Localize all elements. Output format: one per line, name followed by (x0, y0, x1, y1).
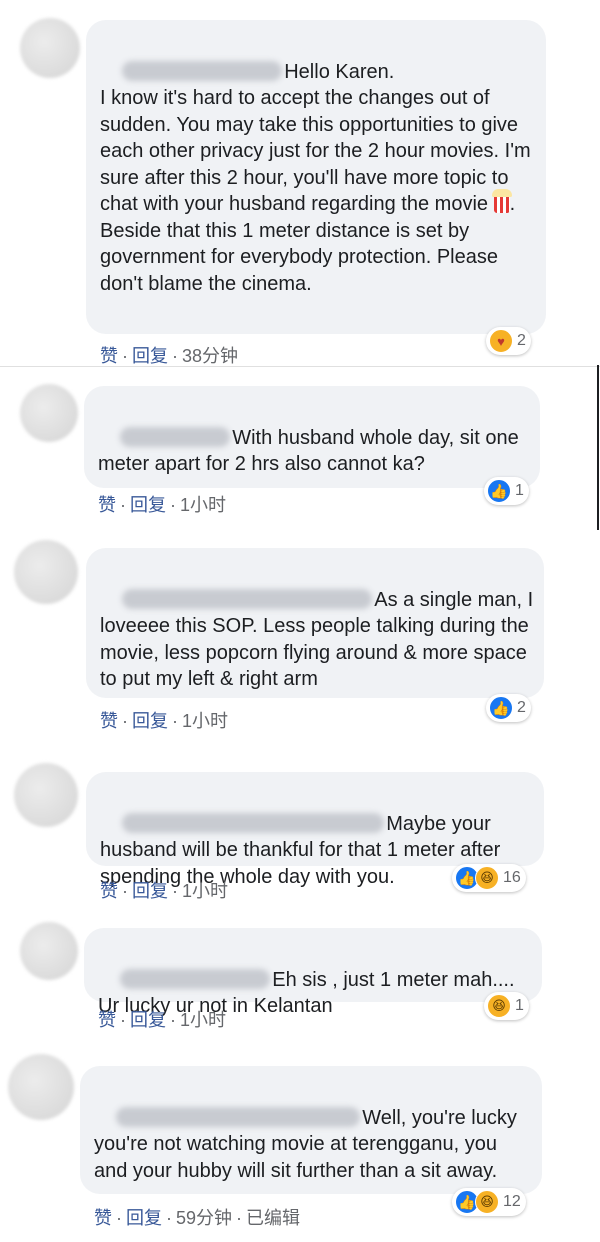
reaction-count: 1 (515, 482, 524, 499)
avatar[interactable] (14, 540, 78, 604)
blurred-author-name[interactable] (122, 588, 373, 609)
like-icon: 👍 (489, 696, 513, 720)
reaction-summary[interactable]: 👍 2 (486, 694, 531, 722)
comment-actions: 赞 · 回复 · 1小时 (100, 881, 229, 901)
reply-link[interactable]: 回复 (132, 346, 168, 366)
edited-label[interactable]: 已编辑 (246, 1208, 300, 1228)
reaction-summary[interactable]: 👍 😆 12 (452, 1188, 526, 1216)
timestamp[interactable]: 38分钟 (182, 346, 238, 366)
avatar[interactable] (20, 384, 78, 442)
comment-actions: 赞 · 回复 · 38分钟 (100, 346, 239, 366)
like-link[interactable]: 赞 (98, 495, 116, 515)
crop-edge-line (597, 365, 599, 530)
comment-actions: 赞 · 回复 · 1小时 (98, 1010, 227, 1030)
haha-icon: 😆 (487, 994, 511, 1018)
like-link[interactable]: 赞 (100, 346, 118, 366)
comment-text: As a single man, I loveeee this SOP. Les… (100, 588, 539, 690)
blurred-author-name[interactable] (120, 968, 271, 989)
divider (0, 366, 600, 367)
reply-link[interactable]: 回复 (132, 711, 168, 731)
comment-text: With husband whole day, sit one meter ap… (98, 426, 525, 475)
reply-link[interactable]: 回复 (126, 1208, 162, 1228)
popcorn-icon (491, 189, 512, 213)
avatar[interactable] (20, 18, 80, 78)
timestamp[interactable]: 59分钟 (176, 1208, 232, 1228)
reaction-summary[interactable]: 😆 1 (484, 992, 529, 1020)
reaction-summary[interactable]: ♥ 2 (486, 327, 531, 355)
care-icon: ♥ (489, 329, 513, 353)
blurred-author-name[interactable] (122, 60, 283, 81)
haha-icon: 😆 (475, 1190, 499, 1214)
blurred-author-name[interactable] (122, 812, 385, 833)
reaction-summary[interactable]: 👍 1 (484, 477, 529, 505)
like-link[interactable]: 赞 (100, 881, 118, 901)
haha-icon: 😆 (475, 866, 499, 890)
avatar[interactable] (8, 1054, 74, 1120)
like-link[interactable]: 赞 (94, 1208, 112, 1228)
like-link[interactable]: 赞 (98, 1010, 116, 1030)
reaction-count: 1 (515, 997, 524, 1014)
blurred-author-name[interactable] (116, 1106, 361, 1127)
reply-link[interactable]: 回复 (130, 1010, 166, 1030)
comment-text: Hello Karen. I know it's hard to accept … (100, 60, 531, 295)
timestamp[interactable]: 1小时 (182, 881, 228, 901)
reaction-summary[interactable]: 👍 😆 16 (452, 864, 526, 892)
avatar[interactable] (14, 763, 78, 827)
reaction-count: 16 (503, 869, 521, 886)
like-link[interactable]: 赞 (100, 711, 118, 731)
like-icon: 👍 (487, 479, 511, 503)
reaction-count: 2 (517, 332, 526, 349)
timestamp[interactable]: 1小时 (180, 495, 226, 515)
timestamp[interactable]: 1小时 (180, 1010, 226, 1030)
blurred-author-name[interactable] (120, 426, 231, 447)
reply-link[interactable]: 回复 (130, 495, 166, 515)
timestamp[interactable]: 1小时 (182, 711, 228, 731)
comment-actions: 赞 · 回复 · 1小时 (100, 711, 229, 731)
reaction-count: 12 (503, 1193, 521, 1210)
reply-link[interactable]: 回复 (132, 881, 168, 901)
comment-actions: 赞 · 回复 · 59分钟 · 已编辑 (94, 1208, 301, 1228)
reaction-count: 2 (517, 699, 526, 716)
avatar[interactable] (20, 922, 78, 980)
comment-actions: 赞 · 回复 · 1小时 (98, 495, 227, 515)
